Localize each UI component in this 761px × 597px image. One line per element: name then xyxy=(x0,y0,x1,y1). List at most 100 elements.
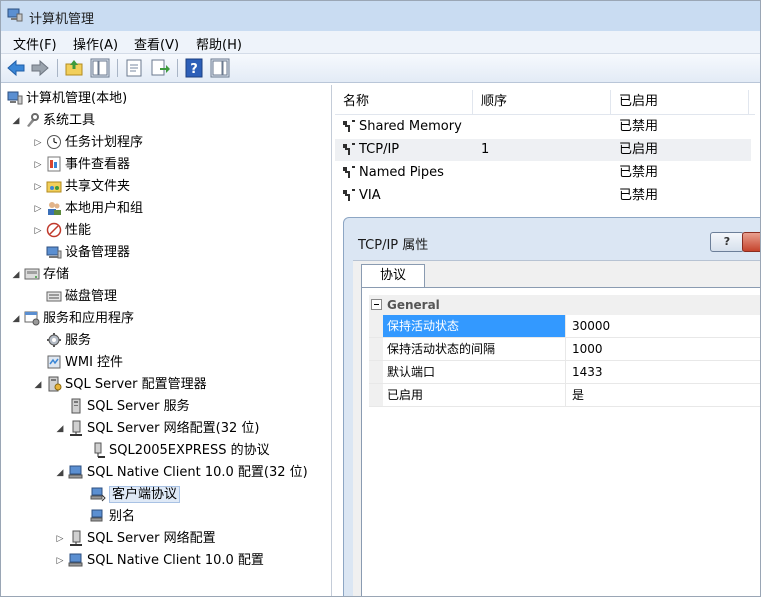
tree-item-aliases[interactable]: 别名 xyxy=(87,507,135,527)
tree-item-services[interactable]: 服务 xyxy=(43,331,91,351)
property-category-general[interactable]: General xyxy=(369,295,760,315)
tree-item-storage[interactable]: ◢ 存储 xyxy=(11,265,69,285)
tree-item-performance[interactable]: ▷ 性能 xyxy=(33,221,91,241)
export-list-icon[interactable] xyxy=(149,57,171,79)
tab-protocol[interactable]: 协议 xyxy=(361,264,425,288)
property-value[interactable]: 1000 xyxy=(572,338,603,360)
expand-arrow-icon[interactable]: ▷ xyxy=(33,133,43,153)
collapse-arrow-icon[interactable]: ◢ xyxy=(55,419,65,439)
tree-item-label: 事件查看器 xyxy=(65,157,131,172)
back-icon[interactable] xyxy=(5,57,27,79)
tree-item-wmi-control[interactable]: WMI 控件 xyxy=(43,353,123,373)
tree-item-event-viewer[interactable]: ▷ 事件查看器 xyxy=(33,155,130,175)
tree-item-device-manager[interactable]: 设备管理器 xyxy=(43,243,130,263)
tree-item-label: 客户端协议 xyxy=(109,486,181,503)
collapse-arrow-icon[interactable]: ◢ xyxy=(55,463,65,483)
tree-item-sql2005express-protocols[interactable]: SQL2005EXPRESS 的协议 xyxy=(87,441,270,461)
protocol-icon xyxy=(343,119,355,132)
tree-item-disk-management[interactable]: 磁盘管理 xyxy=(43,287,117,307)
sql-network-config-icon xyxy=(70,530,82,546)
protocol-icon xyxy=(343,165,355,178)
tree-item-label: SQL2005EXPRESS 的协议 xyxy=(109,443,270,458)
dialog-title: TCP/IP 属性 xyxy=(358,238,429,253)
up-folder-icon[interactable] xyxy=(63,57,85,79)
tree-item-sql-network-config-32[interactable]: ◢ SQL Server 网络配置(32 位) xyxy=(55,419,259,439)
tree-item-local-users[interactable]: ▷ 本地用户和组 xyxy=(33,199,143,219)
protocol-name: VIA xyxy=(359,188,381,203)
toolbar-separator xyxy=(117,59,118,77)
expand-arrow-icon[interactable]: ▷ xyxy=(55,551,65,571)
tree-item-sql-services[interactable]: SQL Server 服务 xyxy=(65,397,190,417)
menu-action[interactable]: 操作(A) xyxy=(73,34,118,53)
tree-item-services-apps[interactable]: ◢ 服务和应用程序 xyxy=(11,309,134,329)
protocol-enabled: 已启用 xyxy=(619,142,659,157)
menu-bar: 文件(F) 操作(A) 查看(V) 帮助(H) xyxy=(1,31,760,54)
property-value[interactable]: 1433 xyxy=(572,361,603,383)
storage-icon xyxy=(24,268,40,279)
forward-icon[interactable] xyxy=(29,57,51,79)
property-row-keep-alive[interactable]: 保持活动状态 30000 xyxy=(369,315,760,338)
native-client-config-icon xyxy=(68,553,83,566)
collapse-minus-icon[interactable] xyxy=(371,299,382,310)
tree-item-label: WMI 控件 xyxy=(65,355,124,370)
tree-item-computer-management[interactable]: 计算机管理(本地) xyxy=(4,89,127,109)
protocol-order: 1 xyxy=(481,142,490,157)
tree-item-label: 服务 xyxy=(65,333,92,348)
expand-arrow-icon[interactable]: ▷ xyxy=(55,529,65,549)
dialog-body: 协议 General 保持活动状态 30000 保持活动状态的间隔 1000 默… xyxy=(353,260,760,596)
tree-item-native-client-config[interactable]: ▷ SQL Native Client 10.0 配置 xyxy=(55,551,264,571)
show-hide-action-pane-icon[interactable] xyxy=(209,57,231,79)
expand-arrow-icon[interactable]: ▷ xyxy=(33,155,43,175)
help-icon[interactable]: ? xyxy=(183,57,205,79)
tree-item-shared-folders[interactable]: ▷ 共享文件夹 xyxy=(33,177,130,197)
tree-item-label: 性能 xyxy=(65,223,92,238)
services-icon xyxy=(47,332,61,347)
property-row-keep-alive-interval[interactable]: 保持活动状态的间隔 1000 xyxy=(369,338,760,361)
tree-item-label: 计算机管理(本地) xyxy=(26,91,128,106)
tree-item-sql-network-config[interactable]: ▷ SQL Server 网络配置 xyxy=(55,529,216,549)
expand-arrow-icon[interactable]: ▷ xyxy=(33,199,43,219)
list-row-via[interactable]: VIA 已禁用 xyxy=(335,185,751,207)
tree-item-label: 本地用户和组 xyxy=(65,201,144,216)
category-label: General xyxy=(387,298,440,312)
column-header-enabled[interactable]: 已启用 xyxy=(611,90,749,114)
dialog-help-button[interactable]: ? xyxy=(710,232,744,252)
sql-services-icon xyxy=(71,398,81,413)
list-row-shared-memory[interactable]: Shared Memory 已禁用 xyxy=(335,116,751,138)
column-header-order[interactable]: 顺序 xyxy=(473,90,611,114)
toolbar-separator xyxy=(177,59,178,77)
tree-item-label: 任务计划程序 xyxy=(65,135,144,150)
property-row-default-port[interactable]: 默认端口 1433 xyxy=(369,361,760,384)
tree-item-system-tools[interactable]: ◢ 系统工具 xyxy=(11,111,95,131)
expand-arrow-icon[interactable]: ▷ xyxy=(33,177,43,197)
collapse-arrow-icon[interactable]: ◢ xyxy=(33,375,43,395)
property-row-enabled[interactable]: 已启用 是 xyxy=(369,384,760,407)
show-hide-tree-icon[interactable] xyxy=(89,57,111,79)
properties-icon[interactable] xyxy=(123,57,145,79)
dialog-close-button[interactable] xyxy=(742,232,760,252)
protocols-icon xyxy=(94,442,105,458)
tree-item-task-scheduler[interactable]: ▷ 任务计划程序 xyxy=(33,133,143,153)
list-row-tcp-ip[interactable]: TCP/IP 1 已启用 xyxy=(335,139,751,161)
list-row-named-pipes[interactable]: Named Pipes 已禁用 xyxy=(335,162,751,184)
tab-panel: General 保持活动状态 30000 保持活动状态的间隔 1000 默认端口… xyxy=(361,287,760,596)
property-value[interactable]: 是 xyxy=(572,384,584,406)
tree-item-sql-config-manager[interactable]: ◢ SQL Server 配置管理器 xyxy=(33,375,207,395)
tree-item-label: SQL Server 配置管理器 xyxy=(65,377,207,392)
protocol-enabled: 已禁用 xyxy=(619,165,659,180)
protocol-name: Named Pipes xyxy=(359,165,444,180)
tree-item-client-protocols[interactable]: 客户端协议 xyxy=(87,485,181,505)
tree-item-label: 服务和应用程序 xyxy=(43,311,135,326)
expand-arrow-icon[interactable]: ▷ xyxy=(33,221,43,241)
svg-text:?: ? xyxy=(190,62,198,77)
collapse-arrow-icon[interactable]: ◢ xyxy=(11,309,21,329)
property-value[interactable]: 30000 xyxy=(572,315,610,337)
menu-file[interactable]: 文件(F) xyxy=(13,34,57,53)
tree-item-native-client-config-32[interactable]: ◢ SQL Native Client 10.0 配置(32 位) xyxy=(55,463,308,483)
column-header-name[interactable]: 名称 xyxy=(335,90,473,114)
menu-help[interactable]: 帮助(H) xyxy=(196,34,242,53)
collapse-arrow-icon[interactable]: ◢ xyxy=(11,265,21,285)
local-users-icon xyxy=(48,201,61,215)
collapse-arrow-icon[interactable]: ◢ xyxy=(11,111,21,131)
menu-view[interactable]: 查看(V) xyxy=(134,34,179,53)
